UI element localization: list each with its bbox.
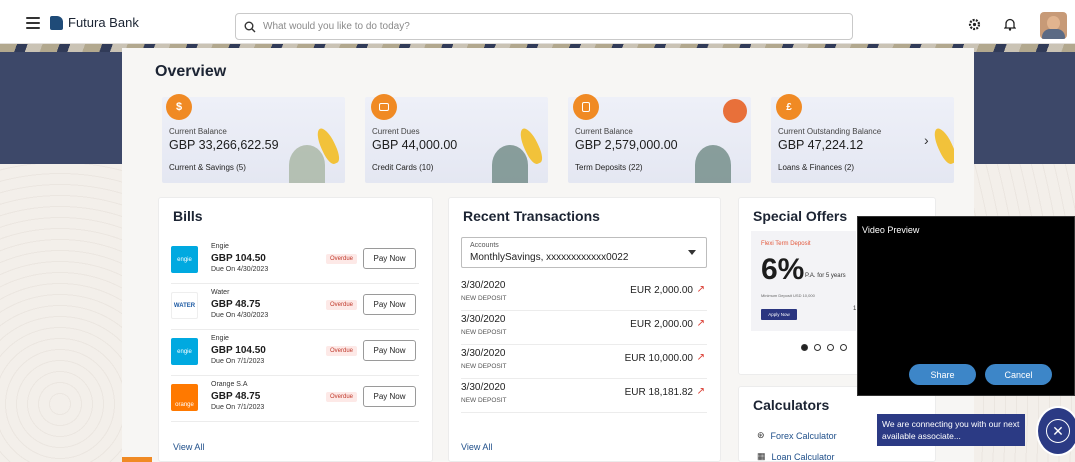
chat-close-button[interactable]: ✕ — [1036, 406, 1075, 456]
arrow-up-right-icon: ↗ — [696, 386, 705, 397]
card-label: Current Outstanding Balance — [778, 127, 882, 136]
credit-card-icon — [371, 94, 397, 120]
bill-row: orange Orange S.A GBP 48.75 Due On 7/1/2… — [171, 378, 419, 422]
calculators-title: Calculators — [753, 397, 830, 413]
transaction-row[interactable]: 3/30/2020 NEW DEPOSIT EUR 2,000.00 ↗ — [461, 312, 707, 345]
engie-logo-icon: engie — [171, 338, 198, 365]
card-label: Current Dues — [372, 127, 420, 136]
bottom-accent — [122, 457, 152, 462]
bill-row: WATER Water GBP 48.75 Due On 4/30/2023 O… — [171, 286, 419, 330]
transaction-row[interactable]: 3/30/2020 NEW DEPOSIT EUR 18,181.82 ↗ — [461, 380, 707, 413]
carousel-dots — [801, 344, 847, 351]
user-avatar[interactable] — [1040, 12, 1067, 39]
offer-banner[interactable]: Flexi Term Deposit 6% P.A. for 5 years M… — [751, 231, 856, 331]
close-icon: ✕ — [1046, 419, 1070, 443]
bills-view-all-link[interactable]: View All — [173, 442, 204, 452]
arrow-up-right-icon: ↗ — [696, 318, 705, 329]
overdue-badge: Overdue — [326, 346, 358, 356]
bill-row: engie Engie GBP 104.50 Due On 7/1/2023 O… — [171, 332, 419, 376]
card-amount: GBP 44,000.00 — [372, 138, 458, 152]
logo-mark-icon — [50, 15, 63, 30]
special-offers-title: Special Offers — [753, 208, 848, 224]
pay-now-button[interactable]: Pay Now — [363, 386, 416, 407]
orange-logo-icon: orange — [171, 384, 198, 411]
forex-calculator-link[interactable]: ⊛ Forex Calculator — [757, 430, 837, 441]
search-input[interactable]: What would you like to do today? — [235, 13, 853, 40]
pay-now-button[interactable]: Pay Now — [363, 248, 416, 269]
transaction-row[interactable]: 3/30/2020 NEW DEPOSIT EUR 2,000.00 ↗ — [461, 278, 707, 311]
bank-logo[interactable]: Futura Bank — [50, 15, 139, 30]
brand-name: Futura Bank — [68, 15, 139, 30]
card-label: Current Balance — [575, 127, 633, 136]
carousel-dot[interactable] — [814, 344, 821, 351]
cancel-button[interactable]: Cancel — [985, 364, 1052, 385]
arrow-up-right-icon: ↗ — [696, 352, 705, 363]
water-logo-icon: WATER — [171, 292, 198, 319]
video-preview-window: Video Preview Share Cancel — [857, 216, 1075, 396]
account-select[interactable]: Accounts MonthlySavings, xxxxxxxxxxxx002… — [461, 237, 707, 268]
card-sub: Loans & Finances (2) — [778, 163, 855, 172]
loan-calculator-link[interactable]: ▦ Loan Calculator — [757, 451, 835, 462]
bills-title: Bills — [173, 208, 203, 224]
chevron-right-icon[interactable]: › — [924, 132, 929, 148]
video-preview-title: Video Preview — [862, 225, 920, 235]
loan-icon: £ — [776, 94, 802, 120]
transactions-panel: Recent Transactions Accounts MonthlySavi… — [448, 197, 721, 462]
overview-title: Overview — [155, 63, 227, 80]
pay-now-button[interactable]: Pay Now — [363, 294, 416, 315]
card-label: Current Balance — [169, 127, 227, 136]
top-bar: Futura Bank What would you like to do to… — [0, 0, 1075, 44]
card-amount: GBP 2,579,000.00 — [575, 138, 678, 152]
pay-now-button[interactable]: Pay Now — [363, 340, 416, 361]
carousel-dot[interactable] — [840, 344, 847, 351]
transactions-view-all-link[interactable]: View All — [461, 442, 492, 452]
calculator-icon: ▦ — [757, 451, 766, 461]
settings-gear-icon[interactable] — [968, 18, 981, 31]
card-amount: GBP 33,266,622.59 — [169, 138, 279, 152]
menu-icon[interactable] — [26, 17, 40, 29]
dollar-coin-icon: $ — [166, 94, 192, 120]
bill-row: engie Engie GBP 104.50 Due On 4/30/2023 … — [171, 240, 419, 284]
transactions-title: Recent Transactions — [463, 208, 600, 224]
search-icon — [244, 21, 256, 32]
card-sub: Credit Cards (10) — [372, 163, 434, 172]
currency-exchange-icon: ⊛ — [757, 430, 765, 440]
arrow-up-right-icon: ↗ — [696, 284, 705, 295]
overdue-badge: Overdue — [326, 392, 358, 402]
chevron-down-icon — [688, 250, 696, 255]
apply-now-button[interactable]: Apply Now — [761, 309, 797, 320]
overdue-badge: Overdue — [326, 300, 358, 310]
card-amount: GBP 47,224.12 — [778, 138, 864, 152]
transaction-row[interactable]: 3/30/2020 NEW DEPOSIT EUR 10,000.00 ↗ — [461, 346, 707, 379]
deposit-icon — [573, 94, 599, 120]
overdue-badge: Overdue — [326, 254, 358, 264]
carousel-dot[interactable] — [827, 344, 834, 351]
card-sub: Term Deposits (22) — [575, 163, 643, 172]
carousel-dot[interactable] — [801, 344, 808, 351]
share-button[interactable]: Share — [909, 364, 976, 385]
chat-status-message: We are connecting you with our next avai… — [877, 414, 1025, 446]
bills-panel: Bills engie Engie GBP 104.50 Due On 4/30… — [158, 197, 433, 462]
bell-icon[interactable] — [1004, 18, 1016, 31]
card-sub: Current & Savings (5) — [169, 163, 246, 172]
engie-logo-icon: engie — [171, 246, 198, 273]
offer-next-page-number: 1 — [853, 306, 857, 312]
search-placeholder: What would you like to do today? — [263, 21, 410, 32]
